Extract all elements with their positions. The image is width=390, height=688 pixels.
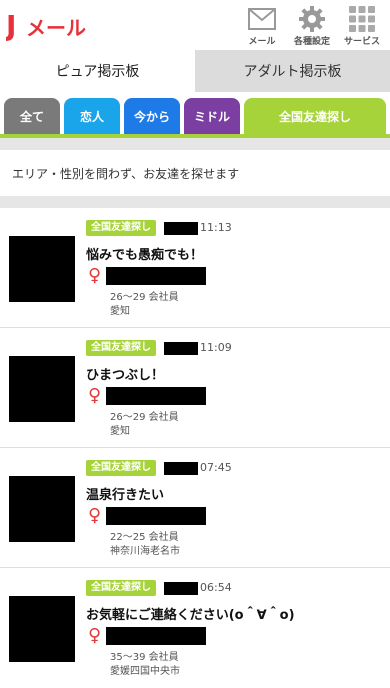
post-area: 愛媛四国中央市 (110, 666, 180, 677)
post-title: ひまつぶし！ (86, 368, 165, 383)
category-badge: 全国友達探し (86, 220, 156, 236)
female-icon: ♀ (88, 265, 102, 286)
category-tab-nationwide-friends[interactable]: 全国友達探し (244, 98, 386, 134)
post-area: 愛知 (110, 426, 130, 437)
avatar[interactable] (9, 596, 75, 662)
category-tabs: 全て 恋人 今から ミドル 全国友達探し (0, 98, 390, 136)
post-time: 11:13 (200, 221, 232, 234)
board-tabs: ピュア掲示板 アダルト掲示板 (0, 50, 390, 92)
post-age-job: 26～29 会社員 (110, 412, 179, 423)
services-label: サービス (343, 37, 380, 47)
jmail-logo[interactable]: J メール (6, 8, 106, 42)
redacted-name (164, 582, 198, 595)
redacted-username (106, 627, 206, 645)
grid-icon (347, 6, 377, 32)
services-button[interactable]: サービス (340, 6, 384, 47)
svg-text:メール: メール (26, 16, 86, 40)
category-tab-middle[interactable]: ミドル (184, 98, 240, 134)
svg-text:J: J (6, 9, 16, 42)
post-title: 温泉行きたい (86, 488, 165, 503)
tab-pure-board[interactable]: ピュア掲示板 (0, 50, 195, 92)
settings-label: 各種設定 (293, 37, 330, 47)
redacted-name (164, 342, 198, 355)
category-tab-now[interactable]: 今から (124, 98, 180, 134)
mail-label: メール (248, 37, 276, 47)
female-icon: ♀ (88, 625, 102, 646)
avatar[interactable] (9, 476, 75, 542)
post-area: 愛知 (110, 306, 130, 317)
redacted-username (106, 507, 206, 525)
redacted-username (106, 387, 206, 405)
mail-icon (247, 6, 277, 32)
category-badge: 全国友達探し (86, 580, 156, 596)
avatar[interactable] (9, 356, 75, 422)
post-item[interactable]: 全国友達探し 11:09 ひまつぶし！ ♀ 26～29 会社員 愛知 (0, 328, 390, 448)
post-item[interactable]: 全国友達探し 07:45 温泉行きたい ♀ 22～25 会社員 神奈川海老名市 (0, 448, 390, 568)
redacted-name (164, 462, 198, 475)
category-badge: 全国友達探し (86, 460, 156, 476)
category-badge: 全国友達探し (86, 340, 156, 356)
category-tab-lover[interactable]: 恋人 (64, 98, 120, 134)
post-item[interactable]: 全国友達探し 06:54 お気軽にご連絡ください(o＾∀＾o) ♀ 35～39 … (0, 568, 390, 688)
post-age-job: 26～29 会社員 (110, 292, 179, 303)
post-item[interactable]: 全国友達探し 11:13 悩みでも愚痴でも！ ♀ 26～29 会社員 愛知 (0, 208, 390, 328)
redacted-username (106, 267, 206, 285)
board-description: エリア・性別を問わず、お友達を探せます (12, 166, 240, 181)
settings-button[interactable]: 各種設定 (290, 6, 334, 47)
post-title: 悩みでも愚痴でも！ (86, 248, 204, 263)
avatar[interactable] (9, 236, 75, 302)
post-area: 神奈川海老名市 (110, 546, 180, 557)
category-tab-all[interactable]: 全て (4, 98, 60, 134)
post-time: 11:09 (200, 341, 232, 354)
gear-icon (297, 6, 327, 32)
redacted-name (164, 222, 198, 235)
mail-button[interactable]: メール (240, 6, 284, 47)
post-age-job: 22～25 会社員 (110, 532, 179, 543)
post-list: 全国友達探し 11:13 悩みでも愚痴でも！ ♀ 26～29 会社員 愛知 全国… (0, 208, 390, 688)
post-time: 07:45 (200, 461, 232, 474)
female-icon: ♀ (88, 385, 102, 406)
app-header: J メール メール 各種設定 サービス (0, 0, 390, 50)
post-title: お気軽にご連絡ください(o＾∀＾o) (86, 608, 295, 623)
divider (0, 196, 390, 208)
female-icon: ♀ (88, 505, 102, 526)
post-time: 06:54 (200, 581, 232, 594)
divider (0, 138, 390, 150)
post-age-job: 35～39 会社員 (110, 652, 179, 663)
tab-adult-board[interactable]: アダルト掲示板 (195, 50, 390, 92)
